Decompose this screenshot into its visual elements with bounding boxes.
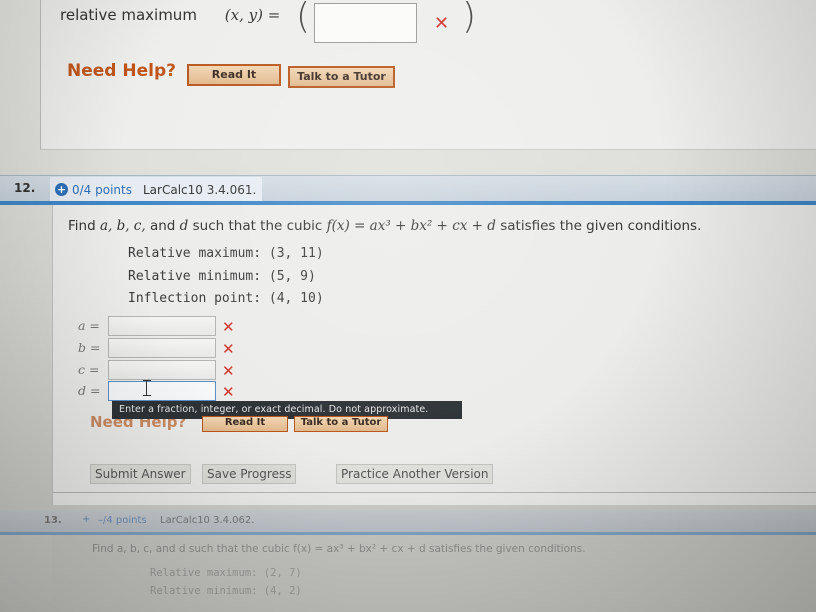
question-number: 12. <box>14 181 36 195</box>
question-13-prompt: Find a, b, c, and d such that the cubic … <box>92 543 586 555</box>
page: relative maximum (x, y) = ( ✕ ) Need Hel… <box>0 0 816 612</box>
relative-maximum-row: relative maximum (x, y) = <box>60 6 280 24</box>
xy-label: (x, y) = <box>224 6 281 24</box>
condition-relative-maximum: Relative maximum: (3, 11) <box>128 246 324 261</box>
close-paren: ) <box>462 0 477 37</box>
relative-maximum-label: relative maximum <box>60 6 197 24</box>
practice-another-version-button[interactable]: Practice Another Version <box>336 464 494 484</box>
variable-d-label: d = <box>78 383 101 398</box>
question-13-reference: LarCalc10 3.4.062. <box>160 515 255 526</box>
submit-answer-button[interactable]: Submit Answer <box>90 464 191 484</box>
text-cursor-icon <box>143 380 154 396</box>
talk-to-tutor-button[interactable]: Talk to a Tutor <box>288 66 395 88</box>
question-13-body: Find a, b, c, and d such that the cubic … <box>52 535 816 612</box>
wrong-mark-icon: ✕ <box>434 13 450 34</box>
question-13-number: 13. <box>44 515 62 526</box>
condition-inflection-point: Inflection point: (4, 10) <box>128 291 324 306</box>
question-13-plus-icon[interactable]: + <box>82 514 90 525</box>
variable-c-label: c = <box>78 362 100 377</box>
variable-b-label: b = <box>78 340 101 355</box>
question-points: 0/4 points <box>72 183 132 197</box>
variable-d-wrong-icon: ✕ <box>222 383 235 401</box>
variable-b-wrong-icon: ✕ <box>222 340 235 358</box>
relative-maximum-input[interactable] <box>314 3 417 43</box>
question-13-condition-max: Relative maximum: (2, 7) <box>150 567 302 579</box>
expand-plus-icon[interactable]: + <box>55 183 68 196</box>
read-it-button-q12[interactable]: Read It <box>202 416 288 432</box>
question-13-header: 13. + –/4 points LarCalc10 3.4.062. <box>0 510 816 532</box>
variable-a-label: a = <box>78 318 100 333</box>
variable-a-wrong-icon: ✕ <box>222 318 235 336</box>
need-help-label: Need Help? <box>67 61 176 81</box>
variable-a-input[interactable] <box>108 316 216 336</box>
variable-c-input[interactable] <box>108 360 216 380</box>
question-reference: LarCalc10 3.4.061. <box>143 183 257 197</box>
read-it-button[interactable]: Read It <box>187 64 281 86</box>
question-13-condition-min: Relative minimum: (4, 2) <box>150 585 302 597</box>
open-paren: ( <box>296 0 311 37</box>
condition-relative-minimum: Relative minimum: (5, 9) <box>128 269 316 284</box>
question-prompt: Find a, b, c, and d such that the cubic … <box>68 218 702 234</box>
variable-b-input[interactable] <box>108 338 216 358</box>
save-progress-button[interactable]: Save Progress <box>202 464 297 484</box>
variable-d-input[interactable] <box>108 381 216 401</box>
variable-c-wrong-icon: ✕ <box>222 362 235 380</box>
talk-to-tutor-button-q12[interactable]: Talk to a Tutor <box>294 416 388 432</box>
question-divider <box>52 492 816 493</box>
question-13-points: –/4 points <box>98 515 147 526</box>
